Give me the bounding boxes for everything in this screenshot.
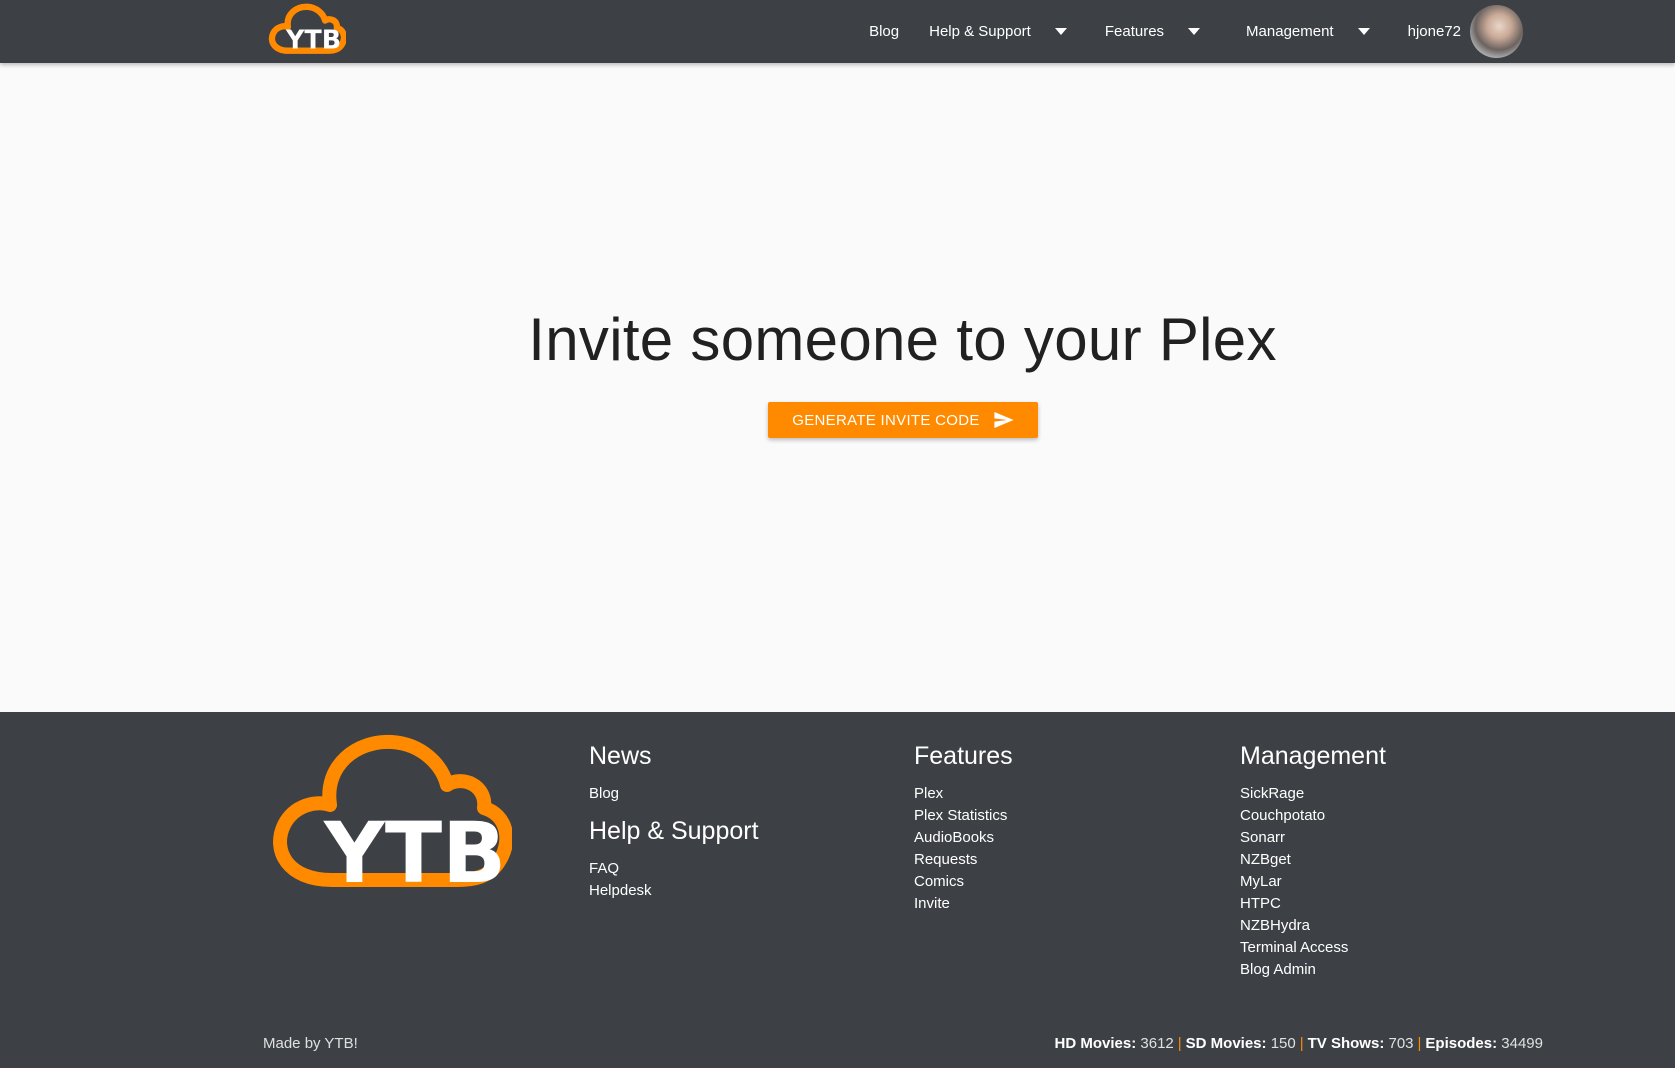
footer-heading-management: Management [1240,742,1386,770]
footer-link-mylar[interactable]: MyLar [1240,871,1386,893]
nav-features-label: Features [1104,23,1165,40]
footer-link-sickrage[interactable]: SickRage [1240,783,1386,805]
stat-label: TV Shows: [1307,1035,1385,1052]
user-menu[interactable]: hjone72 [1408,5,1523,58]
footer-col-features: Features Plex Plex Statistics AudioBooks… [914,742,1013,915]
stat-label: SD Movies: [1185,1035,1267,1052]
footer-link-sonarr[interactable]: Sonarr [1240,827,1386,849]
send-icon [994,412,1014,428]
stat-value: 3612 [1140,1035,1174,1052]
stat-separator: | [1177,1035,1182,1052]
footer-heading-features: Features [914,742,1013,770]
footer-link-plex[interactable]: Plex [914,783,1013,805]
library-stats: HD Movies: 3612 | SD Movies: 150 | TV Shows:… [1055,1035,1543,1052]
footer-link-blog[interactable]: Blog [589,783,759,805]
footer-col-management: Management SickRage Couchpotato Sonarr N… [1240,742,1386,981]
footer-link-faq[interactable]: FAQ [589,858,759,880]
footer-link-comics[interactable]: Comics [914,871,1013,893]
nav-help-support[interactable]: Help & Support [929,23,1067,40]
avatar [1470,5,1523,58]
stat-value: 150 [1270,1035,1296,1052]
main-nav: Blog Help & Support Features Management … [869,0,1523,63]
nav-management-label: Management [1246,23,1334,40]
stat-label: HD Movies: [1054,1035,1137,1052]
footer-col-news: News Blog Help & Support FAQ Helpdesk [589,742,759,902]
ytb-logo[interactable]: YTB [266,3,346,59]
footer-link-nzbget[interactable]: NZBget [1240,849,1386,871]
footer-link-plex-statistics[interactable]: Plex Statistics [914,805,1013,827]
generate-invite-code-button[interactable]: GENERATE INVITE CODE [768,402,1038,438]
nav-features[interactable]: Features [1104,23,1201,40]
footer-link-htpc[interactable]: HTPC [1240,893,1386,915]
stat-separator: | [1417,1035,1422,1052]
footer-link-helpdesk[interactable]: Helpdesk [589,880,759,902]
stat-label: Episodes: [1425,1035,1498,1052]
nav-help-label: Help & Support [929,23,1031,40]
username: hjone72 [1407,23,1461,40]
footer-heading-news: News [589,742,652,770]
stat-value: 34499 [1501,1035,1543,1052]
ytb-logo: YTB [273,734,512,902]
footer-link-invite[interactable]: Invite [914,893,1013,915]
chevron-down-icon [1054,28,1067,35]
stat-value: 703 [1388,1035,1414,1052]
footer-link-terminal-access[interactable]: Terminal Access [1240,937,1386,959]
footer-link-nzbhydra[interactable]: NZBHydra [1240,915,1386,937]
stat-separator: | [1299,1035,1304,1052]
nav-blog[interactable]: Blog [869,23,899,40]
made-by-text: Made by YTB! [263,1035,358,1052]
chevron-down-icon [1188,28,1201,35]
page-title: Invite someone to your Plex [528,306,1277,373]
nav-management[interactable]: Management [1246,23,1370,40]
footer-link-blog-admin[interactable]: Blog Admin [1240,959,1386,981]
cta-label: GENERATE INVITE CODE [792,411,980,429]
chevron-down-icon [1357,28,1370,35]
logo-text: YTB [323,804,506,902]
footer-link-couchpotato[interactable]: Couchpotato [1240,805,1386,827]
logo-text: YTB [285,26,341,56]
footer-heading-help: Help & Support [589,817,759,845]
footer-link-audiobooks[interactable]: AudioBooks [914,827,1013,849]
top-navbar: YTB Blog Help & Support Features Managem… [0,0,1675,63]
footer: YTB News Blog Help & Support FAQ Helpdes… [0,712,1675,1068]
footer-link-requests[interactable]: Requests [914,849,1013,871]
